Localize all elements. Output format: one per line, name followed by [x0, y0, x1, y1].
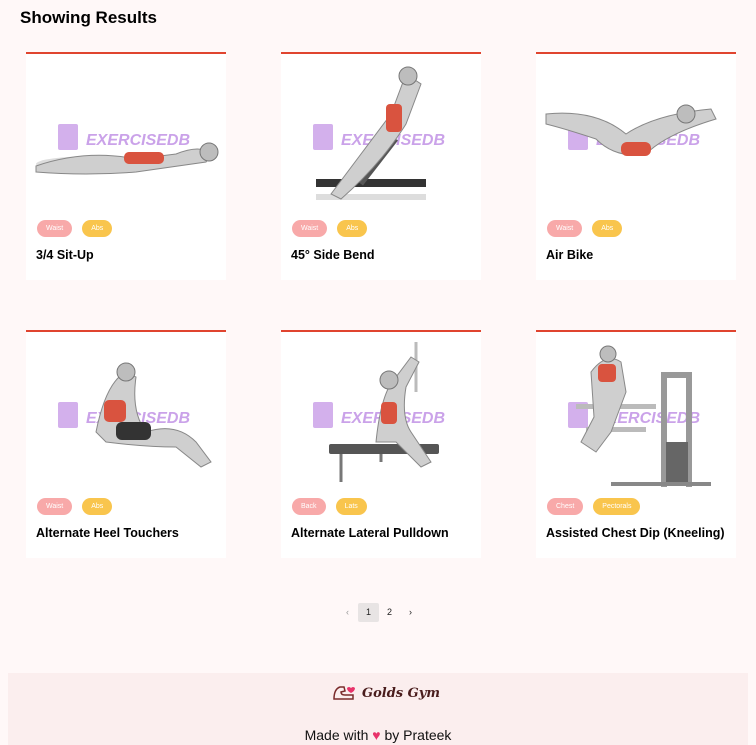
brand-name: Golds Gym	[362, 685, 441, 701]
exercise-image: EXERCISEDB	[281, 332, 481, 492]
tag-badge: Waist	[547, 220, 583, 237]
tag-badge: Waist	[292, 220, 328, 237]
page-2-button[interactable]: 2	[379, 603, 400, 622]
exercise-card[interactable]: EXERCISEDB Waist Abs Air Bike	[536, 52, 736, 280]
tag-badge: Back	[292, 498, 326, 515]
heel-touchers-illustration: EXERCISEDB	[58, 362, 212, 468]
exercise-title: Alternate Heel Touchers	[36, 526, 179, 540]
exercise-image: EXERCISEDB	[281, 54, 481, 214]
tag-badge: Pectorals	[593, 498, 641, 515]
credits-prefix: Made with	[304, 727, 369, 743]
next-page-button[interactable]: ›	[400, 603, 421, 622]
page-1-button[interactable]: 1	[358, 603, 379, 622]
exercise-image: EXERCISEDB	[26, 332, 226, 492]
exercise-card[interactable]: EXERCISEDB Chest Pectorals Assisted Ches…	[536, 330, 736, 558]
tag-badge: Lats	[335, 498, 367, 515]
tag-badge: Waist	[37, 498, 73, 515]
tag-badge: Abs	[82, 220, 113, 237]
exercise-card[interactable]: EXERCISEDB Waist Abs 45° Side Bend	[281, 52, 481, 280]
exercise-title: 45° Side Bend	[291, 248, 375, 262]
exercise-card[interactable]: EXERCISEDB Waist Abs Alternate Heel Touc…	[26, 330, 226, 558]
dumbbell-arm-icon	[333, 686, 355, 700]
situp-illustration: EXERCISEDB	[35, 124, 219, 175]
tag-badge: Waist	[37, 220, 73, 237]
side-bend-illustration: EXERCISEDB	[313, 66, 445, 200]
exercise-title: 3/4 Sit-Up	[36, 248, 94, 262]
exercise-title: Air Bike	[546, 248, 594, 262]
exercise-image: EXERCISEDB	[536, 332, 736, 492]
heart-icon: ♥	[372, 727, 381, 743]
brand-logo[interactable]: Golds Gym	[331, 683, 440, 703]
watermark-text: EXERCISEDB	[86, 132, 190, 149]
exercise-card[interactable]: EXERCISEDB Back Lats Alternate Lateral P…	[281, 330, 481, 558]
tag-badge: Abs	[82, 498, 113, 515]
exercise-title: Assisted Chest Dip (Kneeling)	[546, 526, 725, 540]
exercise-title: Alternate Lateral Pulldown	[291, 526, 449, 540]
credits-suffix: by Prateek	[384, 727, 452, 743]
exercise-card[interactable]: EXERCISEDB Waist Abs 3/4 Sit-Up	[26, 52, 226, 280]
chest-dip-illustration: EXERCISEDB	[568, 345, 711, 487]
pagination: ‹ 1 2 ›	[337, 603, 421, 622]
prev-page-button[interactable]: ‹	[337, 603, 358, 622]
lateral-pulldown-illustration: EXERCISEDB	[313, 342, 445, 482]
tag-badge: Abs	[592, 220, 623, 237]
footer: Golds Gym Made with ♥ by Prateek	[8, 673, 748, 745]
exercise-image: EXERCISEDB	[26, 54, 226, 214]
page-title: Showing Results	[20, 8, 157, 27]
air-bike-illustration: EXERCISEDB	[545, 104, 717, 156]
credits-line: Made with ♥ by Prateek	[8, 727, 748, 743]
tag-badge: Abs	[337, 220, 368, 237]
exercise-image: EXERCISEDB	[536, 54, 736, 214]
tag-badge: Chest	[547, 498, 584, 515]
